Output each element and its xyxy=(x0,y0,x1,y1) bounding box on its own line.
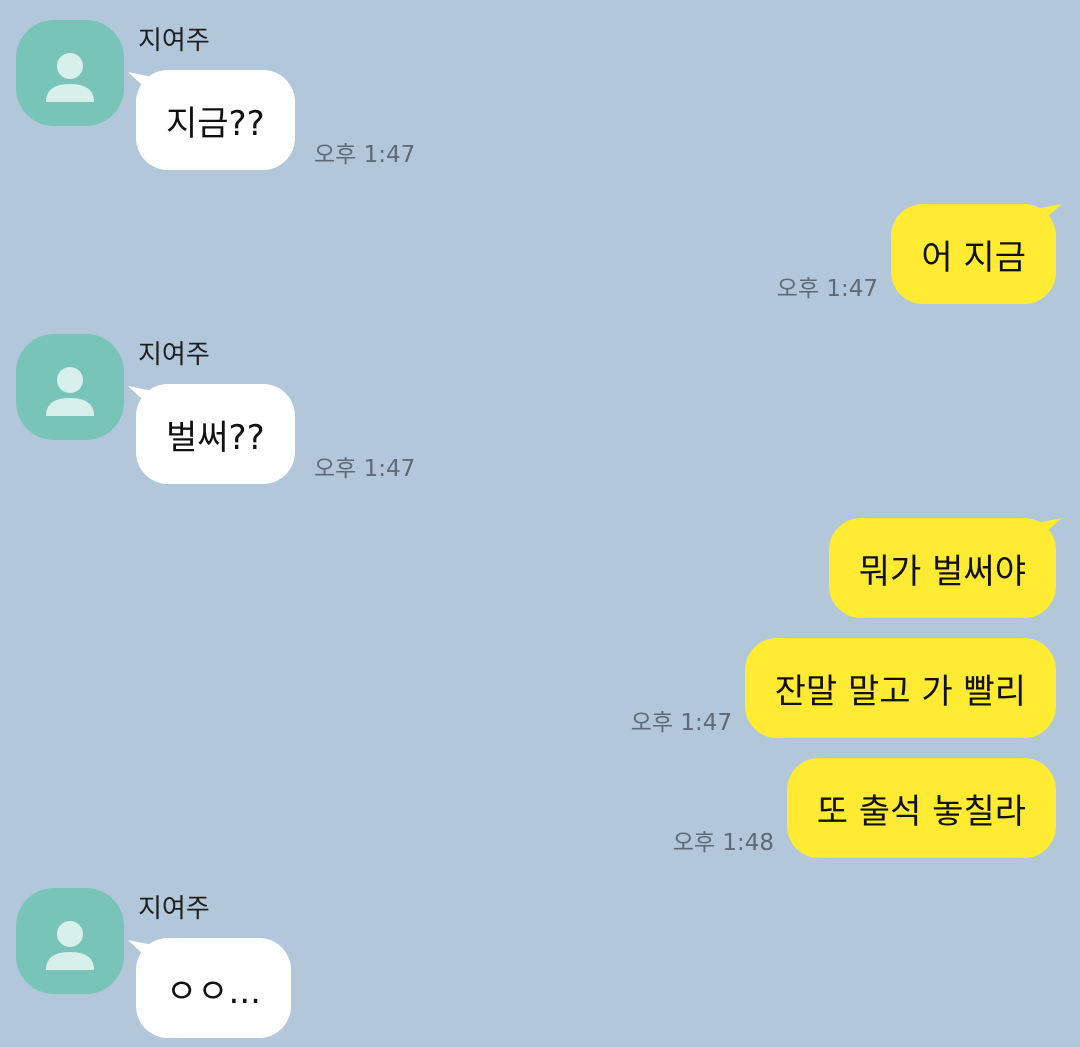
incoming-message-bubble[interactable]: 지금?? xyxy=(136,70,295,170)
outgoing-message-bubble[interactable]: 또 출석 놓칠라 xyxy=(786,758,1056,858)
default-profile-icon xyxy=(46,367,94,416)
incoming-message-bubble[interactable]: 벌써?? xyxy=(136,384,295,484)
avatar[interactable] xyxy=(16,888,124,994)
sender-name: 지여주 xyxy=(138,26,210,56)
outgoing-message-bubble[interactable]: 어 지금 xyxy=(891,204,1056,304)
message-time: 오후 1:47 xyxy=(314,142,416,168)
outgoing-message-bubble[interactable]: 뭐가 벌써야 xyxy=(828,518,1056,618)
incoming-message-bubble[interactable]: ㅇㅇ... xyxy=(136,938,291,1038)
message-time: 오후 1:47 xyxy=(314,456,416,482)
default-profile-icon xyxy=(46,53,94,102)
message-time: 오후 1:48 xyxy=(672,830,774,856)
avatar[interactable] xyxy=(16,20,124,126)
sender-name: 지여주 xyxy=(138,340,210,370)
message-time: 오후 1:47 xyxy=(630,710,732,736)
outgoing-message-bubble[interactable]: 잔말 말고 가 빨리 xyxy=(744,638,1056,738)
message-time: 오후 1:47 xyxy=(776,276,878,302)
chat-screen[interactable]: { "chat": { "messages": [ {"sender": "지여… xyxy=(0,0,1080,1047)
default-profile-icon xyxy=(46,921,94,970)
sender-name: 지여주 xyxy=(138,894,210,924)
avatar[interactable] xyxy=(16,334,124,440)
